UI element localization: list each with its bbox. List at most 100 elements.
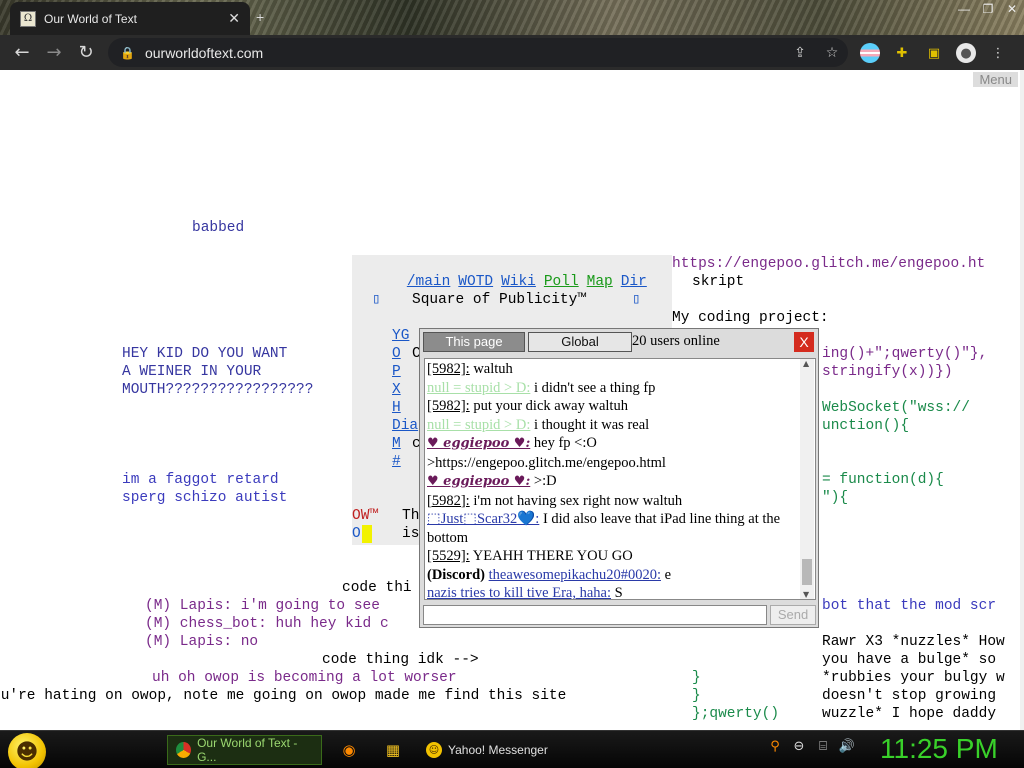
link-wotd[interactable]: WOTD <box>458 274 493 290</box>
code-line-4: unction(){ <box>822 418 910 434</box>
code-brace-1: } <box>692 670 701 686</box>
firefox-icon[interactable]: ◉ <box>338 739 360 761</box>
link-wiki[interactable]: Wiki <box>501 274 536 290</box>
chat-message: [5982]: i'm not having sex right now wal… <box>427 492 797 511</box>
panel-letter-p[interactable]: P <box>392 363 401 381</box>
chat-username[interactable]: ⬚Just⬚Scar32💙: <box>427 511 539 527</box>
link-poll[interactable]: Poll <box>544 274 579 290</box>
chat-text: S <box>611 585 623 600</box>
text-uh-oh: uh oh owop is becoming a lot worser <box>152 670 457 686</box>
chat-username[interactable]: [5982]: <box>427 493 470 509</box>
code-line-5: = function(d){ <box>822 472 944 488</box>
chat-message: [5982]: put your dick away waltuh <box>427 397 797 416</box>
chat-input[interactable] <box>423 605 767 625</box>
new-tab-button[interactable]: + <box>256 9 272 25</box>
restore-button[interactable]: ❐ <box>976 0 1000 20</box>
panel-letter-dia[interactable]: Dia <box>392 417 418 435</box>
volume-icon[interactable]: 🔊 <box>838 739 856 761</box>
folder-icon[interactable]: ▦ <box>382 739 404 761</box>
send-button[interactable]: Send <box>770 605 816 625</box>
chat-username[interactable]: [5529]: <box>427 548 470 564</box>
chat-scrollbar[interactable]: ▲ ▼ <box>800 359 814 599</box>
link-dir[interactable]: Dir <box>621 274 647 290</box>
chat-message: null = stupid > D: i thought it was real <box>427 416 797 435</box>
users-online-count: 20 users online <box>632 333 720 349</box>
chat-username[interactable]: [5982]: <box>427 398 470 414</box>
code-line-2: stringify(x))}) <box>822 364 953 380</box>
panel-letter-x[interactable]: X <box>392 381 401 399</box>
puzzle-extensions-icon[interactable]: ✚ <box>892 43 912 63</box>
task-yahoo[interactable]: ☺ Yahoo! Messenger <box>418 735 576 765</box>
profile-avatar-icon[interactable]: ● <box>956 43 976 63</box>
tab-global[interactable]: Global <box>528 332 632 352</box>
start-smiley-icon[interactable]: ☻ <box>8 733 46 768</box>
discord-tag: (Discord) <box>427 566 489 583</box>
chat-close-button[interactable]: X <box>794 332 814 352</box>
text-th: Th <box>402 508 420 524</box>
chat-username[interactable]: ♥ eggiepoo ♥: <box>427 474 530 489</box>
text-lapis-1: (M) Lapis: i'm going to see <box>145 598 380 614</box>
chat-username[interactable]: null = stupid > D: <box>427 380 530 396</box>
scroll-thumb[interactable] <box>802 559 812 585</box>
search-icon[interactable]: ⚲ <box>766 739 784 761</box>
page-edge <box>1020 70 1024 730</box>
page-menu-button[interactable]: Menu <box>973 72 1018 87</box>
task-chrome-label: Our World of Text - G... <box>197 736 298 764</box>
reload-icon[interactable]: ↻ <box>70 37 102 69</box>
yahoo-messenger-icon: ☺ <box>426 742 442 758</box>
link-main[interactable]: /main <box>407 274 451 290</box>
window-controls: — ❐ ✕ <box>952 0 1024 20</box>
text-is: is <box>402 526 420 542</box>
scroll-down-icon[interactable]: ▼ <box>803 590 809 599</box>
chat-message: >https://engepoo.glitch.me/engepoo.html <box>427 454 797 473</box>
bookmark-star-icon[interactable]: ☆ <box>816 45 848 61</box>
text-chess-bot: (M) chess_bot: huh hey kid c <box>145 616 389 632</box>
chat-message: ♥ eggiepoo ♥: >:D <box>427 472 797 492</box>
code-line-6: "){ <box>822 490 849 506</box>
browser-menu-icon[interactable]: ⋮ <box>988 43 1008 63</box>
chat-username[interactable]: ♥ eggiepoo ♥: <box>427 436 530 451</box>
panel-letter-hash[interactable]: # <box>392 453 401 471</box>
chat-log[interactable]: [5982]: waltuh null = stupid > D: i didn'… <box>424 358 816 600</box>
chat-username[interactable]: theawesomepikachu20#0020: <box>489 567 661 583</box>
code-brace-2: } <box>692 688 701 704</box>
tab-this-page[interactable]: This page <box>423 332 525 352</box>
chat-username[interactable]: [5982]: <box>427 361 470 377</box>
share-icon[interactable]: ⇪ <box>784 45 816 61</box>
chat-message: null = stupid > D: i didn't see a thing … <box>427 379 797 398</box>
chat-username[interactable]: nazis tries to kill tive Era, haha: <box>427 585 611 599</box>
browser-tab[interactable]: Ω Our World of Text ✕ <box>10 2 250 35</box>
network-icon[interactable]: ⌸ <box>814 739 832 761</box>
text-hey-kid-3: MOUTH????????????????? <box>122 382 314 398</box>
flag-extension-icon[interactable] <box>860 43 880 63</box>
code-qwerty: };qwerty() <box>692 706 780 722</box>
minimize-button[interactable]: — <box>952 0 976 20</box>
panel-letter-h[interactable]: H <box>392 399 401 417</box>
chat-text: i thought it was real <box>530 416 650 433</box>
back-arrow-icon[interactable]: ← <box>6 37 38 69</box>
text-retard-2: sperg schizo autist <box>122 490 288 506</box>
panel-letter-m[interactable]: M <box>392 435 401 453</box>
text-lapis-2: (M) Lapis: no <box>145 634 259 650</box>
address-bar[interactable]: 🔒 ourworldoftext.com ⇪ ☆ <box>108 38 848 67</box>
close-window-button[interactable]: ✕ <box>1000 0 1024 20</box>
task-chrome[interactable]: Our World of Text - G... <box>167 735 322 765</box>
panel-letter-o[interactable]: O <box>392 345 401 363</box>
forward-arrow-icon[interactable]: → <box>38 37 70 69</box>
text-rawr-1: Rawr X3 *nuzzles* How <box>822 634 1005 650</box>
tab-title: Our World of Text <box>44 11 137 26</box>
tab-close-icon[interactable]: ✕ <box>228 10 240 27</box>
address-url[interactable]: ourworldoftext.com <box>145 45 784 61</box>
chat-message: ⬚Just⬚Scar32💙: I did also leave that iPa… <box>427 510 797 547</box>
link-map[interactable]: Map <box>587 274 613 290</box>
lock-icon[interactable]: 🔒 <box>120 46 135 60</box>
chat-message: nazis tries to kill tive Era, haha: S <box>427 584 797 600</box>
side-panel-icon[interactable]: ▣ <box>924 43 944 63</box>
chat-message: (Discord) theawesomepikachu20#0020: e <box>427 566 797 585</box>
scroll-up-icon[interactable]: ▲ <box>803 359 809 368</box>
chat-message: [5529]: YEAHH THERE YOU GO <box>427 547 797 566</box>
text-engepoo-url: https://engepoo.glitch.me/engepoo.ht <box>672 256 986 272</box>
panel-letter-yg[interactable]: YG <box>392 327 409 345</box>
chat-username[interactable]: null = stupid > D: <box>427 417 530 433</box>
minus-circle-icon[interactable]: ⊖ <box>790 739 808 761</box>
